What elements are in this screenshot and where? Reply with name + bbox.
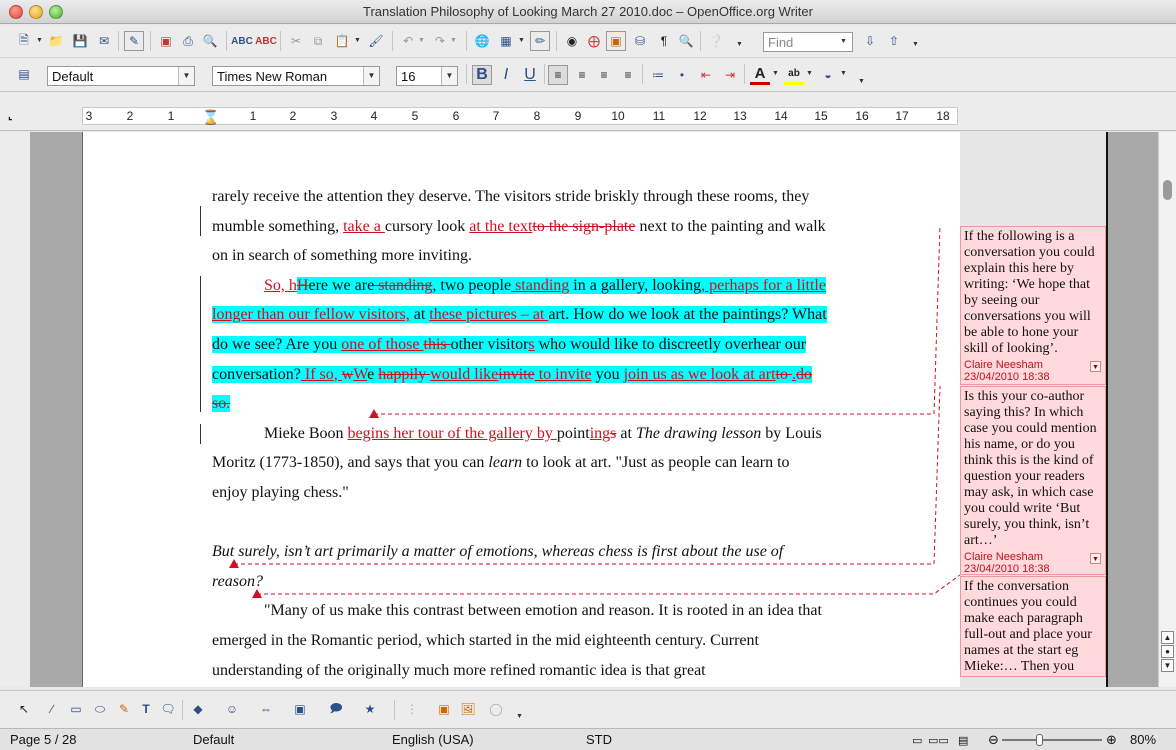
multi-page-view-icon[interactable]: ▭▭: [928, 734, 949, 747]
extrusion-icon[interactable]: ◯: [486, 699, 506, 719]
previous-page-icon[interactable]: ▲: [1161, 631, 1174, 644]
zoom-in-icon[interactable]: ⊕: [1106, 732, 1117, 748]
callouts-icon[interactable]: 🗨: [158, 699, 178, 719]
stars-icon[interactable]: ★: [360, 699, 380, 719]
comment-connector-3: [257, 574, 961, 595]
comment-date: 23/04/2010 18:38: [964, 371, 1050, 383]
page-style-indicator[interactable]: Default: [193, 732, 234, 747]
block-arrows-icon[interactable]: ⇔: [256, 699, 276, 719]
zoom-slider-knob[interactable]: [1036, 734, 1043, 746]
insert-mode-indicator[interactable]: STD: [586, 732, 612, 747]
vertical-scrollbar[interactable]: ▲ ● ▼: [1158, 132, 1176, 687]
status-bar: Page 5 / 28 Default English (USA) STD ▭ …: [0, 728, 1176, 750]
navigation-icon[interactable]: ●: [1161, 645, 1174, 658]
flowcharts-icon[interactable]: ▣: [290, 699, 310, 719]
select-arrow-icon[interactable]: ↖: [14, 699, 34, 719]
freeform-icon[interactable]: ✎: [114, 699, 134, 719]
comment-text: Is this your co-author saying this? In w…: [964, 389, 1097, 548]
ellipse-icon[interactable]: ⬭: [90, 699, 110, 719]
next-page-icon[interactable]: ▼: [1161, 659, 1174, 672]
drawing-overflow-icon[interactable]: ▼: [516, 713, 523, 720]
text-icon[interactable]: T: [136, 699, 156, 719]
comment-menu-icon[interactable]: ▼: [1090, 361, 1101, 372]
fontwork-icon[interactable]: ▣: [434, 699, 454, 719]
comment-2[interactable]: Is this your co-author saying this? In w…: [960, 386, 1106, 575]
page-indicator[interactable]: Page 5 / 28: [10, 732, 77, 747]
single-page-view-icon[interactable]: ▭: [912, 734, 922, 747]
rectangle-icon[interactable]: ▭: [66, 699, 86, 719]
from-file-icon[interactable]: 🖼: [458, 699, 478, 719]
callout-shapes-icon[interactable]: 🗩: [326, 699, 346, 719]
comment-3[interactable]: If the conversation continues you could …: [960, 576, 1106, 677]
comment-menu-icon[interactable]: ▼: [1090, 553, 1101, 564]
comment-connector-2: [234, 385, 941, 565]
language-indicator[interactable]: English (USA): [392, 732, 474, 747]
zoom-level[interactable]: 80%: [1130, 732, 1156, 747]
comment-author: Claire Neesham: [964, 551, 1043, 563]
zoom-slider-track[interactable]: [1002, 739, 1102, 741]
line-icon[interactable]: ∕: [42, 699, 62, 719]
comment-text: If the following is a conversation you c…: [964, 229, 1095, 356]
book-view-icon[interactable]: ▤: [958, 734, 968, 747]
basic-shapes-icon[interactable]: ◆: [188, 699, 208, 719]
scroll-thumb[interactable]: [1163, 180, 1172, 200]
comment-text: If the conversation continues you could …: [964, 579, 1092, 674]
comment-connector-1: [374, 224, 941, 415]
points-icon[interactable]: ⋮: [402, 699, 422, 719]
comment-1[interactable]: If the following is a conversation you c…: [960, 226, 1106, 385]
drawing-toolbar: ↖ ∕ ▭ ⬭ ✎ T 🗨 ◆ ☺ ⇔ ▣ 🗩 ★ ⋮ ▣ 🖼 ◯ ▼: [0, 690, 1176, 728]
zoom-out-icon[interactable]: ⊖: [988, 732, 999, 748]
symbol-shapes-icon[interactable]: ☺: [222, 699, 242, 719]
comment-author: Claire Neesham: [964, 359, 1043, 371]
comment-date: 23/04/2010 18:38: [964, 563, 1050, 575]
